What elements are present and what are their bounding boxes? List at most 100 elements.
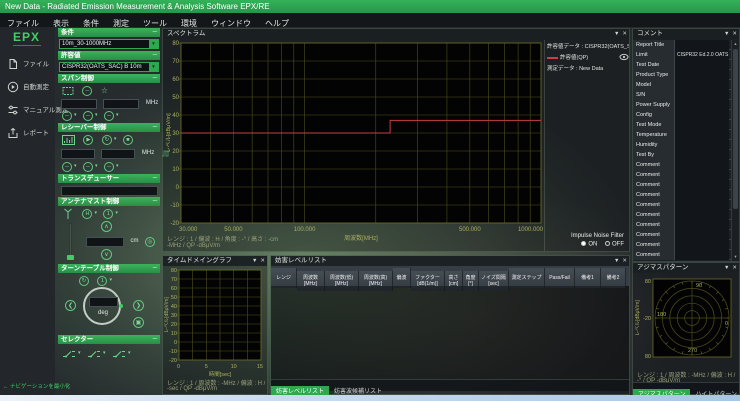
- mast-slider-thumb[interactable]: [67, 255, 74, 260]
- scrollbar-thumb[interactable]: [733, 49, 738, 209]
- turntable-cw-button[interactable]: ❯: [133, 300, 144, 311]
- scroll-up-arrow[interactable]: ▲: [732, 40, 739, 48]
- mast-height-input[interactable]: [86, 237, 124, 247]
- section-minimize-button[interactable]: ─: [153, 335, 157, 344]
- section-minimize-button[interactable]: ─: [153, 123, 157, 132]
- list-column-10[interactable]: Pass/Fail: [545, 268, 575, 288]
- comment-row-value[interactable]: [675, 40, 729, 50]
- chevron-down-icon[interactable]: ▾: [109, 274, 112, 287]
- section-minimize-button[interactable]: ─: [153, 197, 157, 206]
- scan-start-button[interactable]: ▶: [83, 135, 93, 145]
- comment-row-value[interactable]: [675, 80, 729, 90]
- comment-row-value[interactable]: [675, 200, 729, 210]
- limit-select[interactable]: CISPR32(OATS_SAC) B 10m▼: [59, 62, 159, 72]
- panel-collapse-button[interactable]: ▼: [724, 31, 729, 37]
- chevron-down-icon[interactable]: ▾: [95, 160, 98, 173]
- mast-target-button[interactable]: ◎: [145, 237, 155, 247]
- comment-row-value[interactable]: [675, 160, 729, 170]
- chevron-down-icon[interactable]: ▾: [94, 207, 97, 220]
- panel-collapse-button[interactable]: ▼: [724, 265, 729, 271]
- chevron-down-icon[interactable]: ▾: [95, 109, 98, 122]
- comment-row-value[interactable]: [675, 100, 729, 110]
- section-minimize-button[interactable]: ─: [153, 264, 157, 273]
- scroll-down-arrow[interactable]: ▼: [732, 253, 739, 261]
- turntable-preset-button[interactable]: 1: [97, 276, 107, 286]
- selector-switch-icon[interactable]: [62, 348, 76, 359]
- bandwidth-select-button[interactable]: ─: [83, 162, 93, 172]
- repeat-scan-button[interactable]: ↻: [102, 135, 112, 145]
- turntable-rotate-mode-button[interactable]: ↻: [79, 276, 89, 286]
- chevron-down-icon[interactable]: ▾: [128, 347, 131, 360]
- polarization-select-button[interactable]: H: [82, 209, 92, 219]
- comment-row-value[interactable]: [675, 90, 729, 100]
- selector-switch-icon[interactable]: [112, 348, 126, 359]
- list-column-0[interactable]: レンジ: [271, 268, 297, 288]
- list-column-4[interactable]: 偏波: [393, 268, 411, 288]
- comment-row-value[interactable]: [675, 150, 729, 160]
- panel-close-button[interactable]: ✕: [260, 258, 265, 264]
- comment-row-value[interactable]: CISPR32 Ed.2.0 OATS or SAC Cla: [675, 50, 729, 60]
- chevron-down-icon[interactable]: ▾: [74, 109, 77, 122]
- scan-stop-button[interactable]: ■: [123, 135, 133, 145]
- list-column-9[interactable]: 測定ステップ: [509, 268, 545, 288]
- vbw-select-button[interactable]: ─: [83, 111, 93, 121]
- list-column-11[interactable]: 備考1: [575, 268, 601, 288]
- inf-off-radio[interactable]: [605, 241, 610, 246]
- panel-close-button[interactable]: ✕: [622, 31, 627, 37]
- comment-row-value[interactable]: [675, 110, 729, 120]
- section-minimize-button[interactable]: ─: [153, 174, 157, 183]
- inf-on-radio[interactable]: [581, 241, 586, 246]
- list-column-12[interactable]: 備考2: [601, 268, 626, 288]
- span-stop-input[interactable]: [103, 99, 139, 109]
- sidebar-item-auto-measure[interactable]: 自動測定: [0, 76, 55, 99]
- comment-row-value[interactable]: [675, 190, 729, 200]
- visibility-eye-icon[interactable]: [619, 53, 629, 61]
- turntable-stop-button[interactable]: ▣: [133, 317, 144, 328]
- section-minimize-button[interactable]: ─: [153, 28, 157, 37]
- panel-collapse-button[interactable]: ▼: [252, 258, 257, 264]
- mast-down-button[interactable]: ∨: [101, 249, 112, 260]
- span-preset-button[interactable]: ─: [82, 86, 92, 96]
- section-minimize-button[interactable]: ─: [153, 74, 157, 83]
- chevron-down-icon[interactable]: ▾: [103, 347, 106, 360]
- comment-row-value[interactable]: [675, 120, 729, 130]
- detector-select-button[interactable]: ─: [104, 111, 114, 121]
- chevron-down-icon[interactable]: ▾: [115, 207, 118, 220]
- chevron-down-icon[interactable]: ▼: [149, 63, 158, 71]
- mast-preset-button[interactable]: 1: [103, 209, 113, 219]
- chevron-down-icon[interactable]: ▼: [149, 40, 158, 48]
- mast-height-slider[interactable]: [69, 223, 72, 259]
- selector-switch-icon[interactable]: [87, 348, 101, 359]
- panel-collapse-button[interactable]: ▼: [614, 31, 619, 37]
- comment-row-value[interactable]: [675, 140, 729, 150]
- scan-graph-icon[interactable]: [62, 135, 75, 145]
- panel-close-button[interactable]: ✕: [732, 265, 737, 271]
- chevron-down-icon[interactable]: ▾: [116, 109, 119, 122]
- comment-row-value[interactable]: [675, 60, 729, 70]
- sidebar-item-manual-measure[interactable]: マニュアル測定: [0, 99, 55, 122]
- comment-row-value[interactable]: [675, 130, 729, 140]
- turntable-ccw-button[interactable]: ❮: [65, 300, 76, 311]
- attenuator-select-button[interactable]: ─: [62, 162, 72, 172]
- comment-row-value[interactable]: [675, 250, 729, 260]
- chevron-down-icon[interactable]: ▾: [74, 160, 77, 173]
- sidebar-item-file[interactable]: ファイル: [0, 53, 55, 76]
- condition-select[interactable]: 10m_30-1000MHz▼: [59, 39, 159, 49]
- chevron-down-icon[interactable]: ▾: [114, 133, 117, 146]
- panel-close-button[interactable]: ✕: [622, 258, 627, 264]
- transducer-input[interactable]: [61, 186, 158, 196]
- comment-row-value[interactable]: [675, 240, 729, 250]
- full-span-icon[interactable]: [62, 86, 74, 96]
- chevron-down-icon[interactable]: ▾: [78, 347, 81, 360]
- receiver-freq2-input[interactable]: [101, 149, 135, 159]
- comment-row-value[interactable]: [675, 180, 729, 190]
- sidebar-item-report[interactable]: レポート: [0, 122, 55, 145]
- panel-close-button[interactable]: ✕: [732, 31, 737, 37]
- comment-row-value[interactable]: [675, 70, 729, 80]
- panel-collapse-button[interactable]: ▼: [614, 258, 619, 264]
- comment-row-value[interactable]: [675, 170, 729, 180]
- mast-up-button[interactable]: ∧: [101, 221, 112, 232]
- comment-row-value[interactable]: [675, 220, 729, 230]
- section-minimize-button[interactable]: ─: [153, 51, 157, 60]
- comment-scrollbar[interactable]: ▲ ▼: [731, 40, 739, 261]
